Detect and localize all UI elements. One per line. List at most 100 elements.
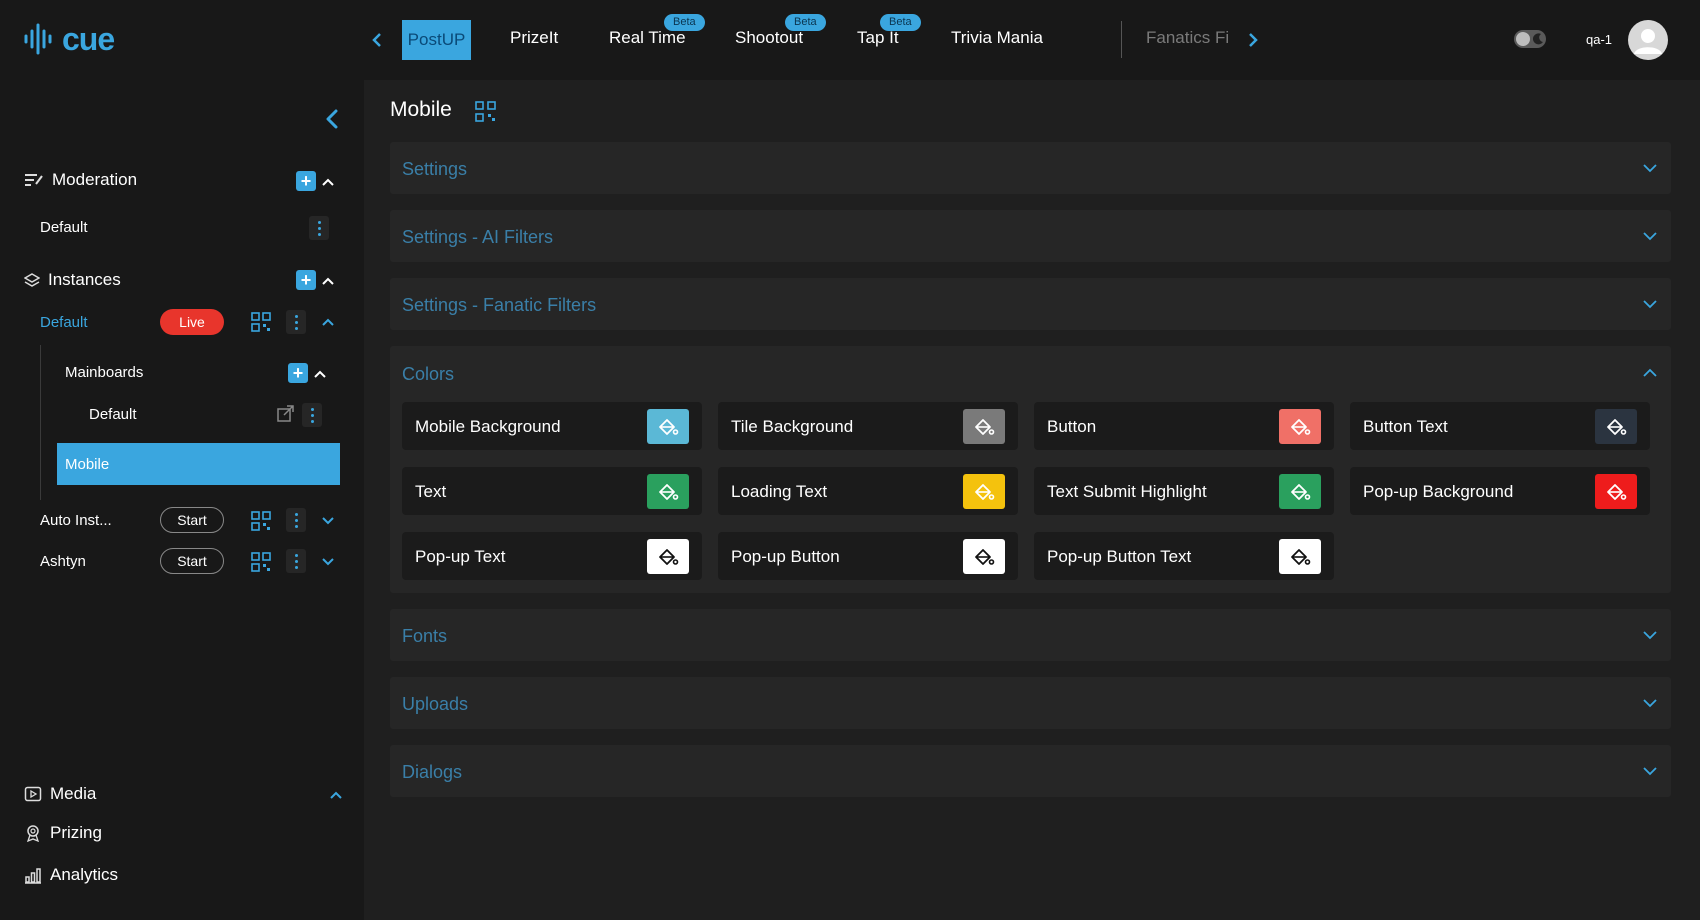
- instance-auto-menu-button[interactable]: [286, 508, 306, 532]
- panel-fonts[interactable]: Fonts: [390, 609, 1671, 661]
- color-setting-card[interactable]: Text: [402, 467, 702, 515]
- panel-settings-ai-filters[interactable]: Settings - AI Filters: [390, 210, 1671, 262]
- chevron-down-icon[interactable]: [1641, 626, 1659, 644]
- sidebar-item-mobile[interactable]: Mobile: [57, 443, 340, 485]
- color-swatch-button[interactable]: [963, 474, 1005, 509]
- start-button[interactable]: Start: [160, 548, 224, 574]
- paint-bucket-icon: [1291, 483, 1311, 500]
- color-swatch-button[interactable]: [647, 539, 689, 574]
- chevron-down-icon[interactable]: [1641, 694, 1659, 712]
- chevron-up-icon[interactable]: [320, 314, 336, 330]
- color-setting-label: Button: [1047, 417, 1097, 436]
- color-setting-card[interactable]: Text Submit Highlight: [1034, 467, 1334, 515]
- qr-code-icon[interactable]: [250, 510, 272, 532]
- moderation-item-default[interactable]: Default: [40, 219, 88, 236]
- layers-icon: [24, 273, 40, 287]
- moderation-header[interactable]: Moderation: [24, 170, 137, 190]
- mainboard-default-menu-button[interactable]: [302, 403, 322, 427]
- add-instance-button[interactable]: +: [296, 270, 316, 290]
- panel-uploads[interactable]: Uploads: [390, 677, 1671, 729]
- tree-guide-line: [40, 345, 41, 500]
- theme-toggle[interactable]: [1514, 30, 1546, 48]
- panel-settings-fanatic-filters[interactable]: Settings - Fanatic Filters: [390, 278, 1671, 330]
- sidebar-item-analytics[interactable]: Analytics: [24, 865, 118, 885]
- instance-item-auto[interactable]: Auto Inst...: [40, 512, 112, 529]
- avatar[interactable]: [1628, 20, 1668, 60]
- paint-bucket-icon: [659, 483, 679, 500]
- tab-real-time[interactable]: Real Time: [609, 28, 686, 48]
- color-setting-card[interactable]: Tile Background: [718, 402, 1018, 450]
- color-swatch-button[interactable]: [1279, 409, 1321, 444]
- tab-fanatics[interactable]: Fanatics Fi: [1146, 28, 1229, 48]
- color-swatch-button[interactable]: [963, 539, 1005, 574]
- live-badge[interactable]: Live: [160, 309, 224, 335]
- color-setting-card[interactable]: Pop-up Button: [718, 532, 1018, 580]
- prizing-label: Prizing: [50, 823, 102, 842]
- panel-title[interactable]: Colors: [402, 364, 454, 385]
- sidebar-item-media[interactable]: Media: [24, 784, 96, 804]
- sidebar: cue Moderation + Default Instances + Def…: [0, 0, 364, 920]
- color-setting-card[interactable]: Pop-up Background: [1350, 467, 1650, 515]
- moderation-default-menu-button[interactable]: [309, 216, 329, 240]
- instance-item-ashtyn[interactable]: Ashtyn: [40, 553, 86, 570]
- tab-trivia-mania[interactable]: Trivia Mania: [951, 28, 1043, 48]
- instance-ashtyn-menu-button[interactable]: [286, 549, 306, 573]
- paint-bucket-icon: [975, 418, 995, 435]
- media-label: Media: [50, 784, 97, 803]
- chevron-down-icon[interactable]: [1641, 159, 1659, 177]
- tabs-scroll-right-icon[interactable]: [1246, 31, 1260, 49]
- mainboard-item-default[interactable]: Default: [89, 406, 137, 423]
- mainboards-header[interactable]: Mainboards: [65, 364, 143, 381]
- open-external-icon[interactable]: [276, 404, 296, 424]
- chevron-up-icon[interactable]: [1641, 364, 1659, 382]
- color-setting-label: Pop-up Button: [731, 547, 840, 566]
- tabs-scroll-left-icon[interactable]: [370, 31, 384, 49]
- add-moderation-button[interactable]: +: [296, 171, 316, 191]
- start-button[interactable]: Start: [160, 507, 224, 533]
- qr-code-icon[interactable]: [250, 311, 272, 333]
- tab-postup[interactable]: PostUP: [402, 20, 471, 60]
- chevron-up-icon[interactable]: [312, 366, 328, 382]
- color-swatch-button[interactable]: [1279, 539, 1321, 574]
- chevron-down-icon[interactable]: [320, 513, 336, 529]
- chevron-up-icon[interactable]: [328, 787, 344, 803]
- panel-title: Settings: [402, 159, 468, 179]
- cue-logo[interactable]: cue: [22, 22, 115, 56]
- panel-dialogs[interactable]: Dialogs: [390, 745, 1671, 797]
- tab-shootout[interactable]: Shootout: [735, 28, 803, 48]
- color-swatch-button[interactable]: [647, 409, 689, 444]
- add-mainboard-button[interactable]: +: [288, 363, 308, 383]
- chevron-up-icon[interactable]: [320, 273, 336, 289]
- chevron-down-icon[interactable]: [1641, 227, 1659, 245]
- chevron-down-icon[interactable]: [320, 554, 336, 570]
- color-setting-card[interactable]: Button Text: [1350, 402, 1650, 450]
- panel-settings[interactable]: Settings: [390, 142, 1671, 194]
- color-swatch-button[interactable]: [1595, 474, 1637, 509]
- sidebar-item-prizing[interactable]: Prizing: [24, 823, 102, 843]
- instances-header[interactable]: Instances: [24, 270, 121, 290]
- tab-prizeit[interactable]: PrizeIt: [510, 28, 558, 48]
- chevron-down-icon[interactable]: [1641, 295, 1659, 313]
- color-setting-card[interactable]: Mobile Background: [402, 402, 702, 450]
- color-setting-label: Pop-up Button Text: [1047, 547, 1192, 566]
- qr-code-icon[interactable]: [250, 551, 272, 573]
- chevron-up-icon[interactable]: [320, 174, 336, 190]
- color-swatch-button[interactable]: [1279, 474, 1321, 509]
- instance-default-menu-button[interactable]: [286, 310, 306, 334]
- moderation-label: Moderation: [52, 170, 138, 189]
- color-setting-card[interactable]: Button: [1034, 402, 1334, 450]
- collapse-sidebar-chevron-icon[interactable]: [322, 108, 344, 130]
- color-setting-card[interactable]: Pop-up Button Text: [1034, 532, 1334, 580]
- color-swatch-button[interactable]: [647, 474, 689, 509]
- instances-label: Instances: [48, 270, 121, 289]
- color-swatch-button[interactable]: [963, 409, 1005, 444]
- instance-item-default[interactable]: Default: [40, 314, 88, 331]
- qr-code-icon[interactable]: [474, 100, 498, 124]
- color-swatch-button[interactable]: [1595, 409, 1637, 444]
- tab-tap-it[interactable]: Tap It: [857, 28, 899, 48]
- color-setting-card[interactable]: Pop-up Text: [402, 532, 702, 580]
- color-setting-card[interactable]: Loading Text: [718, 467, 1018, 515]
- award-icon: [26, 825, 40, 842]
- chevron-down-icon[interactable]: [1641, 762, 1659, 780]
- paint-bucket-icon: [659, 418, 679, 435]
